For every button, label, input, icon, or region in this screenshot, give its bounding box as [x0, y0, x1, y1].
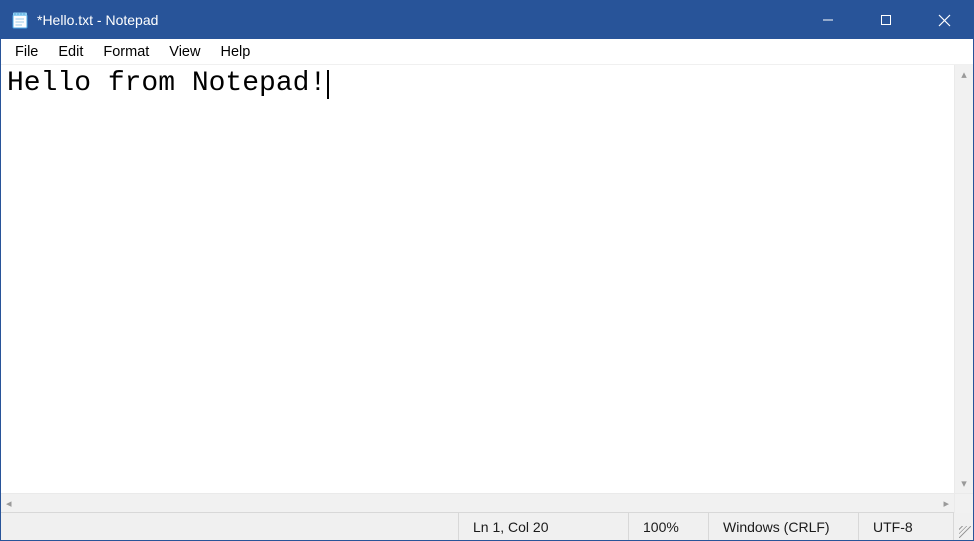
status-zoom: 100% [628, 513, 708, 540]
resize-grip[interactable] [953, 513, 973, 540]
horizontal-scrollbar[interactable]: ◂ ▸ [1, 493, 973, 512]
menu-help[interactable]: Help [210, 42, 260, 62]
menu-view[interactable]: View [159, 42, 210, 62]
status-spacer [1, 513, 458, 540]
editor-content: Hello from Notepad! [7, 68, 326, 99]
scroll-up-icon[interactable]: ▴ [961, 65, 967, 84]
menu-file[interactable]: File [5, 42, 48, 62]
statusbar: Ln 1, Col 20 100% Windows (CRLF) UTF-8 [1, 512, 973, 540]
menubar: File Edit Format View Help [1, 39, 973, 65]
status-cursor-position: Ln 1, Col 20 [458, 513, 628, 540]
text-caret [327, 70, 329, 99]
status-line-ending: Windows (CRLF) [708, 513, 858, 540]
editor-area: Hello from Notepad! ▴ ▾ ◂ ▸ [1, 65, 973, 512]
notepad-icon [11, 11, 29, 29]
scroll-left-icon[interactable]: ◂ [1, 497, 17, 510]
scroll-right-icon[interactable]: ▸ [938, 497, 954, 510]
menu-format[interactable]: Format [93, 42, 159, 62]
window-title: *Hello.txt - Notepad [37, 12, 158, 28]
vertical-scrollbar[interactable]: ▴ ▾ [954, 65, 973, 493]
minimize-button[interactable] [799, 1, 857, 39]
status-encoding: UTF-8 [858, 513, 953, 540]
scrollbar-corner [954, 494, 973, 513]
maximize-button[interactable] [857, 1, 915, 39]
scroll-down-icon[interactable]: ▾ [961, 474, 967, 493]
minimize-icon [822, 14, 834, 26]
window-controls [799, 1, 973, 39]
titlebar[interactable]: *Hello.txt - Notepad [1, 1, 973, 39]
menu-edit[interactable]: Edit [48, 42, 93, 62]
maximize-icon [880, 14, 892, 26]
text-editor[interactable]: Hello from Notepad! [1, 65, 954, 493]
close-button[interactable] [915, 1, 973, 39]
close-icon [938, 14, 951, 27]
